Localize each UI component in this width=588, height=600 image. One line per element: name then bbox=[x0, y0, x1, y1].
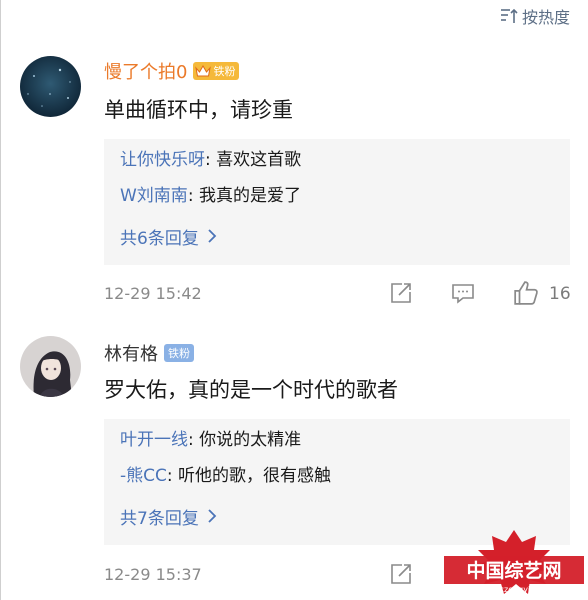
avatar[interactable] bbox=[20, 56, 81, 117]
more-replies-text: 共7条回复 bbox=[120, 508, 199, 529]
reply-line: -熊CC: 听他的歌，很有感触 bbox=[120, 465, 570, 501]
sort-label: 按热度 bbox=[521, 8, 570, 27]
more-replies-link[interactable]: 共7条回复 bbox=[120, 501, 570, 531]
repost-icon[interactable] bbox=[389, 281, 413, 305]
replies-box[interactable]: 叶开一线: 你说的太精准 -熊CC: 听他的歌，很有感触 共7条回复 bbox=[104, 419, 570, 545]
avatar[interactable] bbox=[20, 336, 81, 397]
reply-line: W刘南南: 我真的是爱了 bbox=[120, 185, 570, 221]
username-text: 慢了个拍0 bbox=[104, 62, 188, 83]
watermark-logo: 中国综艺网 www.czongyi.com bbox=[444, 528, 584, 596]
more-replies-text: 共6条回复 bbox=[120, 228, 199, 249]
reply-line: 让你快乐呀: 喜欢这首歌 bbox=[120, 149, 570, 185]
comment-icon[interactable] bbox=[451, 281, 475, 305]
sort-by-hot-button[interactable]: 按热度 bbox=[500, 6, 570, 27]
like-icon[interactable] bbox=[513, 280, 539, 306]
fan-badge-text: 铁粉 bbox=[213, 65, 236, 78]
timestamp: 12-29 15:42 bbox=[104, 284, 202, 303]
username-text: 林有格 bbox=[104, 344, 158, 365]
fan-badge-text: 铁粉 bbox=[168, 347, 190, 360]
comment-text: 单曲循环中，请珍重 bbox=[104, 98, 293, 122]
sort-icon bbox=[500, 8, 518, 23]
watermark-title: 中国综艺网 bbox=[466, 559, 561, 582]
more-replies-link[interactable]: 共6条回复 bbox=[120, 221, 570, 251]
reply-text: : 你说的太精准 bbox=[188, 430, 302, 450]
reply-user[interactable]: 让你快乐呀 bbox=[120, 150, 205, 170]
reply-line: 叶开一线: 你说的太精准 bbox=[120, 429, 570, 465]
replies-box[interactable]: 让你快乐呀: 喜欢这首歌 W刘南南: 我真的是爱了 共6条回复 bbox=[104, 139, 570, 265]
reply-text: : 喜欢这首歌 bbox=[205, 150, 302, 170]
comment-text: 罗大佑，真的是一个时代的歌者 bbox=[104, 378, 398, 402]
like-count: 16 bbox=[549, 284, 571, 304]
username[interactable]: 慢了个拍0 铁粉 bbox=[104, 58, 240, 84]
timestamp: 12-29 15:37 bbox=[104, 565, 202, 584]
fan-badge: 铁粉 bbox=[164, 344, 194, 362]
chevron-right-icon bbox=[208, 229, 217, 243]
crown-icon bbox=[195, 65, 212, 77]
username[interactable]: 林有格 铁粉 bbox=[104, 340, 194, 366]
reply-user[interactable]: W刘南南 bbox=[120, 186, 188, 206]
chevron-right-icon bbox=[208, 509, 217, 523]
fan-badge: 铁粉 bbox=[193, 62, 240, 80]
watermark-url: www.czongyi.com bbox=[478, 585, 550, 594]
reply-user[interactable]: -熊CC bbox=[120, 466, 167, 486]
reply-text: : 我真的是爱了 bbox=[187, 186, 301, 206]
repost-icon[interactable] bbox=[389, 562, 413, 586]
reply-user[interactable]: 叶开一线 bbox=[120, 430, 188, 450]
reply-text: : 听他的歌，很有感触 bbox=[166, 466, 332, 486]
